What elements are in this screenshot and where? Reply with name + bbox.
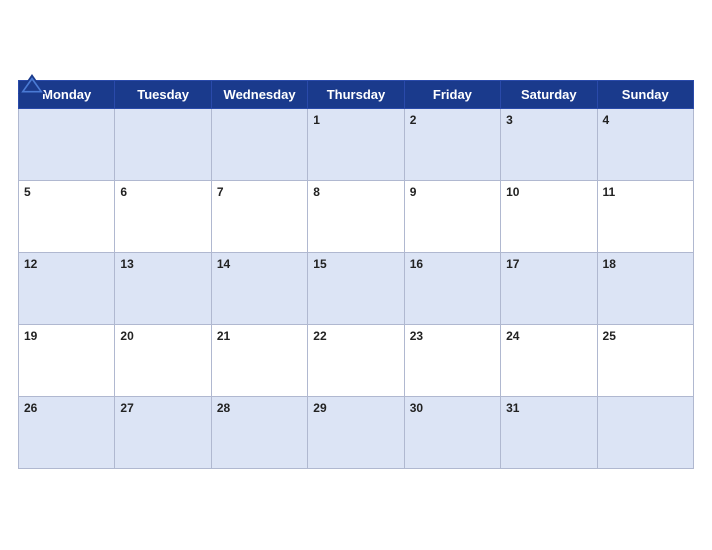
day-number: 12: [24, 257, 37, 271]
calendar-day-27: 27: [115, 396, 211, 468]
day-number: 17: [506, 257, 519, 271]
calendar-day-11: 11: [597, 180, 693, 252]
calendar-week-row: 19 20 21 22 23 24 25: [19, 324, 694, 396]
day-number: 23: [410, 329, 423, 343]
calendar-day-12: 12: [19, 252, 115, 324]
calendar-day-5: 5: [19, 180, 115, 252]
day-number: 18: [603, 257, 616, 271]
day-number: 19: [24, 329, 37, 343]
logo-icon: [18, 74, 46, 94]
day-number: 24: [506, 329, 519, 343]
day-number: 31: [506, 401, 519, 415]
weekday-header-wednesday: Wednesday: [211, 80, 307, 108]
calendar-week-row: 26 27 28 29 30 31: [19, 396, 694, 468]
calendar-day-17: 17: [501, 252, 597, 324]
calendar-day-14: 14: [211, 252, 307, 324]
calendar-day-4: 4: [597, 108, 693, 180]
day-number: 5: [24, 185, 31, 199]
weekday-header-thursday: Thursday: [308, 80, 404, 108]
day-number: 28: [217, 401, 230, 415]
calendar-day-13: 13: [115, 252, 211, 324]
calendar-day-6: 6: [115, 180, 211, 252]
calendar-day-empty: [115, 108, 211, 180]
calendar-day-30: 30: [404, 396, 500, 468]
calendar-day-2: 2: [404, 108, 500, 180]
calendar-day-18: 18: [597, 252, 693, 324]
weekday-header-tuesday: Tuesday: [115, 80, 211, 108]
calendar-day-empty: [597, 396, 693, 468]
day-number: 14: [217, 257, 230, 271]
calendar-day-empty: [211, 108, 307, 180]
day-number: 10: [506, 185, 519, 199]
calendar-day-8: 8: [308, 180, 404, 252]
day-number: 21: [217, 329, 230, 343]
weekday-header-friday: Friday: [404, 80, 500, 108]
calendar-day-26: 26: [19, 396, 115, 468]
weekday-header-saturday: Saturday: [501, 80, 597, 108]
day-number: 20: [120, 329, 133, 343]
calendar-day-22: 22: [308, 324, 404, 396]
day-number: 8: [313, 185, 320, 199]
calendar-day-empty: [19, 108, 115, 180]
day-number: 2: [410, 113, 417, 127]
calendar-table: MondayTuesdayWednesdayThursdayFridaySatu…: [18, 80, 694, 469]
day-number: 13: [120, 257, 133, 271]
day-number: 3: [506, 113, 513, 127]
calendar-day-16: 16: [404, 252, 500, 324]
calendar-thead: MondayTuesdayWednesdayThursdayFridaySatu…: [19, 80, 694, 108]
calendar-day-10: 10: [501, 180, 597, 252]
day-number: 15: [313, 257, 326, 271]
day-number: 25: [603, 329, 616, 343]
calendar-day-1: 1: [308, 108, 404, 180]
logo-area: [18, 74, 46, 94]
weekday-header-sunday: Sunday: [597, 80, 693, 108]
weekday-header-row: MondayTuesdayWednesdayThursdayFridaySatu…: [19, 80, 694, 108]
calendar-day-19: 19: [19, 324, 115, 396]
day-number: 4: [603, 113, 610, 127]
calendar-day-28: 28: [211, 396, 307, 468]
calendar-wrapper: MondayTuesdayWednesdayThursdayFridaySatu…: [0, 64, 712, 487]
calendar-body: 1234567891011121314151617181920212223242…: [19, 108, 694, 468]
day-number: 9: [410, 185, 417, 199]
day-number: 7: [217, 185, 224, 199]
calendar-week-row: 12 13 14 15 16 17 18: [19, 252, 694, 324]
calendar-day-21: 21: [211, 324, 307, 396]
day-number: 30: [410, 401, 423, 415]
day-number: 26: [24, 401, 37, 415]
calendar-day-15: 15: [308, 252, 404, 324]
calendar-day-23: 23: [404, 324, 500, 396]
day-number: 22: [313, 329, 326, 343]
day-number: 16: [410, 257, 423, 271]
day-number: 6: [120, 185, 127, 199]
day-number: 27: [120, 401, 133, 415]
calendar-day-31: 31: [501, 396, 597, 468]
calendar-week-row: 5 6 7 8 9 10 11: [19, 180, 694, 252]
day-number: 29: [313, 401, 326, 415]
calendar-day-3: 3: [501, 108, 597, 180]
day-number: 11: [603, 185, 616, 199]
calendar-day-29: 29: [308, 396, 404, 468]
day-number: 1: [313, 113, 320, 127]
calendar-day-24: 24: [501, 324, 597, 396]
calendar-day-20: 20: [115, 324, 211, 396]
calendar-day-25: 25: [597, 324, 693, 396]
calendar-week-row: 1 2 3 4: [19, 108, 694, 180]
calendar-day-7: 7: [211, 180, 307, 252]
calendar-day-9: 9: [404, 180, 500, 252]
